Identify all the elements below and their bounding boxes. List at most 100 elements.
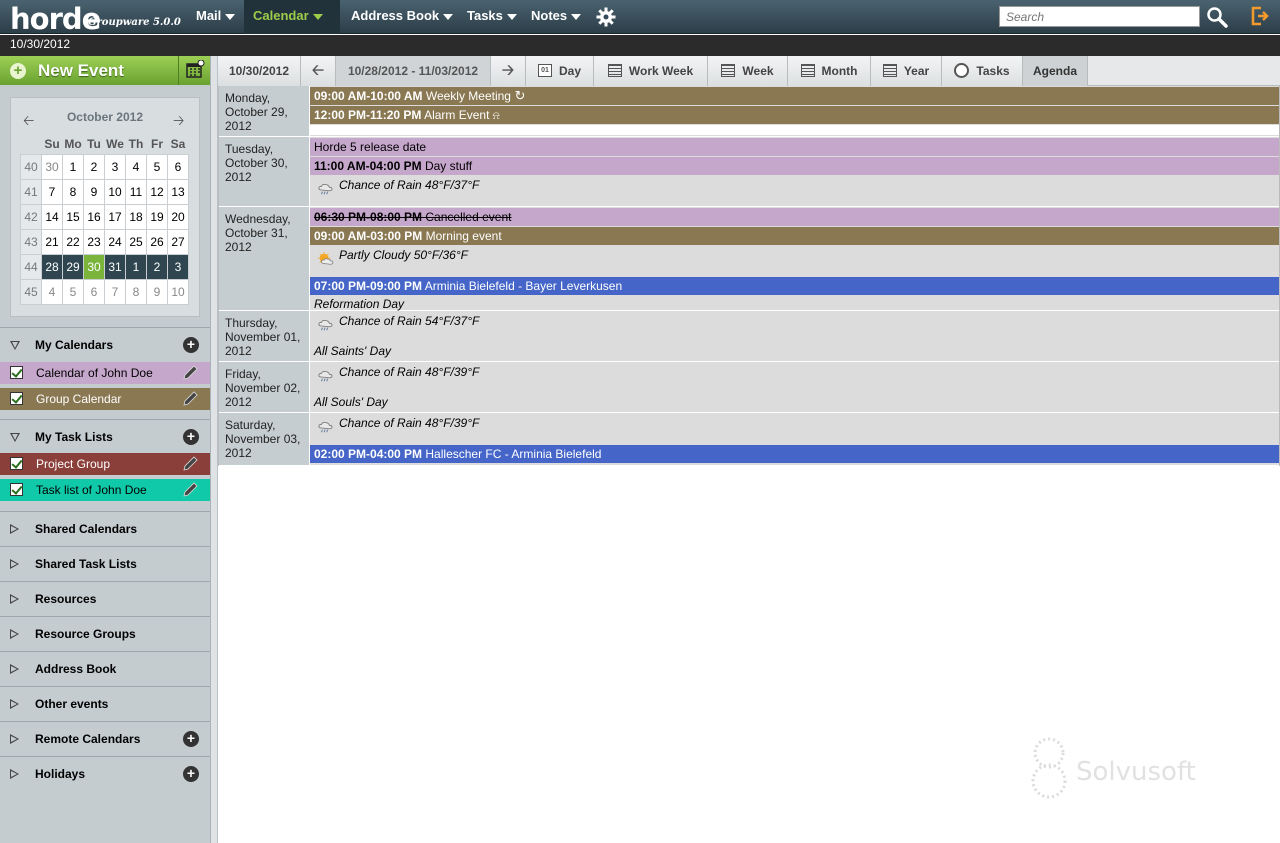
checkbox-checked[interactable]	[10, 366, 23, 379]
mini-calendar-day[interactable]: 14	[41, 203, 63, 230]
mini-calendar-day[interactable]: 6	[167, 153, 189, 180]
week-number[interactable]: 42	[20, 203, 42, 230]
mini-calendar-day[interactable]: 25	[125, 228, 147, 255]
sidebar-resize-handle[interactable]	[210, 56, 218, 843]
mini-calendar-day[interactable]: 16	[83, 203, 105, 230]
agenda-event[interactable]: 09:00 AM-03:00 PM Morning event	[310, 227, 1279, 245]
mini-calendar-day[interactable]: 23	[83, 228, 105, 255]
section-holidays[interactable]: Holidays +	[0, 756, 210, 790]
agenda-event[interactable]: 07:00 PM-09:00 PM Arminia Bielefeld - Ba…	[310, 277, 1279, 295]
week-number[interactable]: 43	[20, 228, 42, 255]
search-icon[interactable]	[1206, 6, 1228, 28]
section-shared-calendars[interactable]: Shared Calendars	[0, 511, 210, 545]
mini-calendar-day[interactable]: 29	[62, 253, 84, 280]
tab-tasks[interactable]: Tasks	[942, 56, 1023, 86]
mini-calendar-day[interactable]: 9	[83, 178, 105, 205]
mini-calendar-day[interactable]: 4	[125, 153, 147, 180]
menu-calendar[interactable]: Calendar	[244, 0, 340, 34]
next-range-button[interactable]: 🡢	[491, 56, 526, 86]
mini-calendar-day[interactable]: 22	[62, 228, 84, 255]
mini-calendar-day[interactable]: 30	[41, 153, 63, 180]
mini-calendar-day[interactable]: 11	[125, 178, 147, 205]
mini-calendar-day[interactable]: 27	[167, 228, 189, 255]
section-my-task-lists[interactable]: My Task Lists +	[0, 419, 210, 453]
mini-calendar-day[interactable]: 13	[167, 178, 189, 205]
mini-calendar-day[interactable]: 28	[41, 253, 63, 280]
menu-notes[interactable]: Notes	[522, 0, 590, 34]
mini-calendar-day[interactable]: 5	[62, 278, 84, 305]
gear-icon[interactable]	[596, 7, 616, 27]
menu-tasks[interactable]: Tasks	[458, 0, 526, 34]
section-address-book[interactable]: Address Book	[0, 651, 210, 685]
mini-calendar-day[interactable]: 2	[83, 153, 105, 180]
checkbox-checked[interactable]	[10, 457, 23, 470]
mini-calendar-day[interactable]: 15	[62, 203, 84, 230]
mini-calendar-month[interactable]: October 2012	[11, 110, 199, 124]
edit-pencil-icon[interactable]	[182, 456, 200, 472]
section-remote-calendars[interactable]: Remote Calendars +	[0, 721, 210, 755]
calendar-item[interactable]: Group Calendar	[0, 388, 210, 410]
task-list-item[interactable]: Project Group	[0, 453, 210, 475]
agenda-event[interactable]: 09:00 AM-10:00 AM Weekly Meeting ↻	[310, 87, 1279, 105]
mini-calendar-day[interactable]: 30	[83, 253, 105, 280]
menu-address-book[interactable]: Address Book	[342, 0, 462, 34]
week-number[interactable]: 41	[20, 178, 42, 205]
agenda-event[interactable]: 06:30 PM-08:00 PM Cancelled event	[310, 208, 1279, 226]
calendar-item[interactable]: Calendar of John Doe	[0, 362, 210, 384]
section-resources[interactable]: Resources	[0, 581, 210, 615]
week-number[interactable]: 40	[20, 153, 42, 180]
agenda-event[interactable]: 11:00 AM-04:00 PM Day stuff	[310, 157, 1279, 175]
mini-calendar-day[interactable]: 8	[125, 278, 147, 305]
mini-calendar-day[interactable]: 9	[146, 278, 168, 305]
next-month-icon[interactable]: 🡢	[173, 110, 184, 134]
week-number[interactable]: 44	[20, 253, 42, 280]
agenda-event[interactable]: 02:00 PM-04:00 PM Hallescher FC - Armini…	[310, 445, 1279, 463]
edit-pencil-icon[interactable]	[182, 391, 200, 407]
tab-agenda[interactable]: Agenda	[1023, 56, 1088, 86]
tab-month[interactable]: Month	[788, 56, 871, 86]
mini-calendar-day[interactable]: 5	[146, 153, 168, 180]
add-task-list-icon[interactable]: +	[183, 429, 199, 445]
add-icon[interactable]: +	[183, 766, 199, 782]
prev-range-button[interactable]: 🡠	[301, 56, 336, 86]
mini-calendar-day[interactable]: 3	[104, 153, 126, 180]
menu-mail[interactable]: Mail	[187, 0, 244, 34]
tab-day[interactable]: 01 Day	[526, 56, 594, 86]
section-resource-groups[interactable]: Resource Groups	[0, 616, 210, 650]
goto-date-button[interactable]	[178, 56, 210, 85]
mini-calendar-day[interactable]: 10	[104, 178, 126, 205]
checkbox-checked[interactable]	[10, 483, 23, 496]
mini-calendar-day[interactable]: 2	[146, 253, 168, 280]
mini-calendar-day[interactable]: 31	[104, 253, 126, 280]
section-my-calendars[interactable]: My Calendars +	[0, 327, 210, 361]
mini-calendar-day[interactable]: 10	[167, 278, 189, 305]
mini-calendar-day[interactable]: 8	[62, 178, 84, 205]
mini-calendar-day[interactable]: 6	[83, 278, 105, 305]
agenda-event[interactable]: Horde 5 release date	[310, 138, 1279, 156]
section-shared-task-lists[interactable]: Shared Task Lists	[0, 546, 210, 580]
mini-calendar-day[interactable]: 7	[41, 178, 63, 205]
mini-calendar-day[interactable]: 18	[125, 203, 147, 230]
tab-work-week[interactable]: Work Week	[594, 56, 708, 86]
edit-pencil-icon[interactable]	[182, 365, 200, 381]
search-input[interactable]	[999, 6, 1200, 27]
agenda-event[interactable]: 12:00 PM-11:20 PM Alarm Event ⍾	[310, 106, 1279, 124]
add-icon[interactable]: +	[183, 731, 199, 747]
task-list-item[interactable]: Task list of John Doe	[0, 479, 210, 501]
mini-calendar-day[interactable]: 7	[104, 278, 126, 305]
edit-pencil-icon[interactable]	[182, 482, 200, 498]
tab-year[interactable]: Year	[871, 56, 942, 86]
mini-calendar-day[interactable]: 24	[104, 228, 126, 255]
mini-calendar-day[interactable]: 21	[41, 228, 63, 255]
mini-calendar-day[interactable]: 26	[146, 228, 168, 255]
mini-calendar-day[interactable]: 19	[146, 203, 168, 230]
today-button[interactable]: 10/30/2012	[218, 56, 301, 86]
tab-week[interactable]: Week	[708, 56, 788, 86]
mini-calendar-day[interactable]: 12	[146, 178, 168, 205]
mini-calendar-day[interactable]: 20	[167, 203, 189, 230]
mini-calendar-day[interactable]: 1	[125, 253, 147, 280]
horde-logo[interactable]: horde Groupware 5.0.0	[10, 2, 181, 36]
logout-icon[interactable]	[1250, 6, 1270, 26]
new-event-button[interactable]: + New Event	[0, 56, 178, 85]
week-number[interactable]: 45	[20, 278, 42, 305]
